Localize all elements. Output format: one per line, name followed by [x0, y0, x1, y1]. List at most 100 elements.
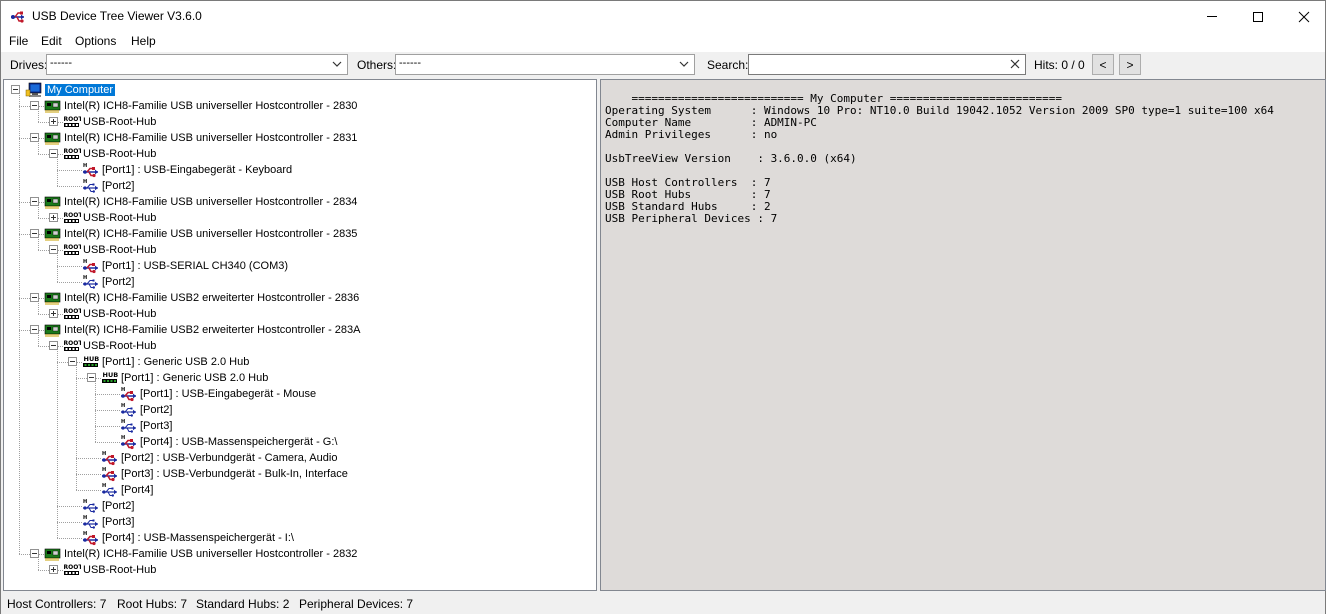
search-input[interactable] — [748, 54, 1026, 75]
hostcontroller-icon — [44, 98, 62, 114]
minimize-button[interactable] — [1189, 1, 1235, 32]
tree-item-label: [Port1] : Generic USB 2.0 Hub — [121, 372, 269, 384]
expand-toggle-icon[interactable] — [49, 117, 58, 126]
usb-port-icon: H — [120, 418, 138, 434]
collapse-toggle-icon[interactable] — [49, 245, 58, 254]
tree-item[interactable]: ROOT USB-Root-Hub — [4, 338, 594, 354]
tree-item[interactable]: ROOT USB-Root-Hub — [4, 562, 594, 578]
tree-item[interactable]: H [Port3] : USB-Verbundgerät - Bulk-In, I… — [4, 466, 594, 482]
tree-item[interactable]: ROOT USB-Root-Hub — [4, 146, 594, 162]
details-text: ========================== My Computer =… — [605, 93, 1274, 225]
tree-item-label: [Port2] : USB-Verbundgerät - Camera, Aud… — [121, 452, 338, 464]
collapse-toggle-icon[interactable] — [49, 149, 58, 158]
tree-item[interactable]: ROOT USB-Root-Hub — [4, 210, 594, 226]
expand-toggle-icon[interactable] — [49, 565, 58, 574]
collapse-toggle-icon[interactable] — [49, 341, 58, 350]
tree-item[interactable]: Intel(R) ICH8-Familie USB universeller H… — [4, 546, 594, 562]
status-root-hubs: Root Hubs: 7 — [117, 597, 188, 611]
next-hit-button[interactable]: > — [1119, 54, 1141, 75]
svg-text:H: H — [83, 163, 87, 169]
usb-app-icon — [11, 11, 24, 23]
tree-item[interactable]: H [Port1] : USB-Eingabegerät - Keyboard — [4, 162, 594, 178]
tree-item-label: [Port1] : USB-Eingabegerät - Mouse — [140, 388, 317, 400]
tree-item[interactable]: HUB [Port1] : Generic USB 2.0 Hub — [4, 354, 594, 370]
tree-item[interactable]: H [Port1] : USB-Eingabegerät - Mouse — [4, 386, 594, 402]
root-hub-icon: ROOT — [63, 210, 83, 226]
usb-port-icon: H — [120, 402, 138, 418]
collapse-toggle-icon[interactable] — [11, 85, 20, 94]
tree-item[interactable]: Intel(R) ICH8-Familie USB2 erweiterter H… — [4, 290, 594, 306]
collapse-toggle-icon[interactable] — [30, 197, 39, 206]
expand-toggle-icon[interactable] — [49, 309, 58, 318]
tree-item[interactable]: My Computer — [4, 82, 594, 98]
svg-text:H: H — [121, 387, 125, 393]
clear-search-icon[interactable] — [1008, 57, 1022, 71]
svg-text:ROOT: ROOT — [64, 212, 82, 219]
tree-item-label: [Port4] — [121, 484, 154, 496]
menu-edit[interactable]: Edit — [41, 34, 62, 48]
collapse-toggle-icon[interactable] — [30, 549, 39, 558]
chevron-down-icon — [332, 61, 342, 67]
tree-item[interactable]: H [Port2] — [4, 178, 594, 194]
tree-item[interactable]: Intel(R) ICH8-Familie USB universeller H… — [4, 130, 594, 146]
menu-file[interactable]: File — [9, 34, 28, 48]
details-pane[interactable]: ========================== My Computer =… — [600, 79, 1326, 591]
tree-item-label: USB-Root-Hub — [83, 340, 157, 352]
svg-text:H: H — [83, 515, 87, 521]
window-title: USB Device Tree Viewer V3.6.0 — [32, 9, 202, 23]
tree-item[interactable]: HUB [Port1] : Generic USB 2.0 Hub — [4, 370, 594, 386]
tree-item[interactable]: Intel(R) ICH8-Familie USB universeller H… — [4, 194, 594, 210]
drives-combobox[interactable]: ------ — [46, 54, 348, 75]
tree-item[interactable]: H [Port2] — [4, 498, 594, 514]
tree-item[interactable]: H [Port3] — [4, 418, 594, 434]
tree-item[interactable]: ROOT USB-Root-Hub — [4, 306, 594, 322]
tree-item[interactable]: H [Port3] — [4, 514, 594, 530]
svg-text:H: H — [83, 179, 87, 185]
svg-text:ROOT: ROOT — [64, 564, 82, 571]
menu-options[interactable]: Options — [75, 34, 116, 48]
tree-item[interactable]: ROOT USB-Root-Hub — [4, 114, 594, 130]
tree-item-label: [Port2] — [140, 404, 173, 416]
tree-item-label: Intel(R) ICH8-Familie USB2 erweiterter H… — [64, 292, 360, 304]
others-combobox[interactable]: ------ — [395, 54, 695, 75]
tree-item-label: [Port4] : USB-Massenspeichergerät - I:\ — [102, 532, 294, 544]
tree-item[interactable]: Intel(R) ICH8-Familie USB universeller H… — [4, 98, 594, 114]
tree-item[interactable]: H [Port4] : USB-Massenspeichergerät - G:\ — [4, 434, 594, 450]
tree-item[interactable]: H [Port1] : USB-SERIAL CH340 (COM3) — [4, 258, 594, 274]
tree-item[interactable]: Intel(R) ICH8-Familie USB2 erweiterter H… — [4, 322, 594, 338]
root-hub-icon: ROOT — [63, 242, 83, 258]
device-tree[interactable]: My Computer Intel(R) ICH8-Familie USB uni… — [3, 79, 597, 591]
drives-label: Drives: — [10, 58, 48, 72]
tree-item-label: Intel(R) ICH8-Familie USB universeller H… — [64, 228, 358, 240]
maximize-button[interactable] — [1235, 1, 1281, 32]
title-bar[interactable]: USB Device Tree Viewer V3.6.0 — [1, 1, 1325, 32]
tree-item[interactable]: H [Port2] — [4, 402, 594, 418]
previous-hit-button[interactable]: < — [1092, 54, 1114, 75]
collapse-toggle-icon[interactable] — [30, 101, 39, 110]
tree-item[interactable]: Intel(R) ICH8-Familie USB universeller H… — [4, 226, 594, 242]
tree-item[interactable]: ROOT USB-Root-Hub — [4, 242, 594, 258]
collapse-toggle-icon[interactable] — [87, 373, 96, 382]
svg-text:H: H — [83, 499, 87, 505]
expand-toggle-icon[interactable] — [49, 213, 58, 222]
tree-item[interactable]: H [Port2] : USB-Verbundgerät - Camera, Au… — [4, 450, 594, 466]
hostcontroller-icon — [44, 290, 62, 306]
collapse-toggle-icon[interactable] — [30, 133, 39, 142]
collapse-toggle-icon[interactable] — [30, 293, 39, 302]
collapse-toggle-icon[interactable] — [30, 325, 39, 334]
collapse-toggle-icon[interactable] — [30, 229, 39, 238]
tree-item[interactable]: H [Port2] — [4, 274, 594, 290]
menu-help[interactable]: Help — [131, 34, 156, 48]
close-button[interactable] — [1281, 1, 1326, 32]
tree-item-label: [Port2] — [102, 276, 135, 288]
collapse-toggle-icon[interactable] — [68, 357, 77, 366]
svg-text:ROOT: ROOT — [64, 244, 82, 251]
tree-item-label: [Port1] : USB-Eingabegerät - Keyboard — [102, 164, 293, 176]
tree-item-label: USB-Root-Hub — [83, 212, 157, 224]
tree-item[interactable]: H [Port4] : USB-Massenspeichergerät - I:\ — [4, 530, 594, 546]
usb-port-icon: H — [82, 178, 100, 194]
tree-item[interactable]: H [Port4] — [4, 482, 594, 498]
tree-item-label: Intel(R) ICH8-Familie USB universeller H… — [64, 196, 358, 208]
tree-item-label: Intel(R) ICH8-Familie USB universeller H… — [64, 548, 358, 560]
status-standard-hubs: Standard Hubs: 2 — [196, 597, 290, 611]
